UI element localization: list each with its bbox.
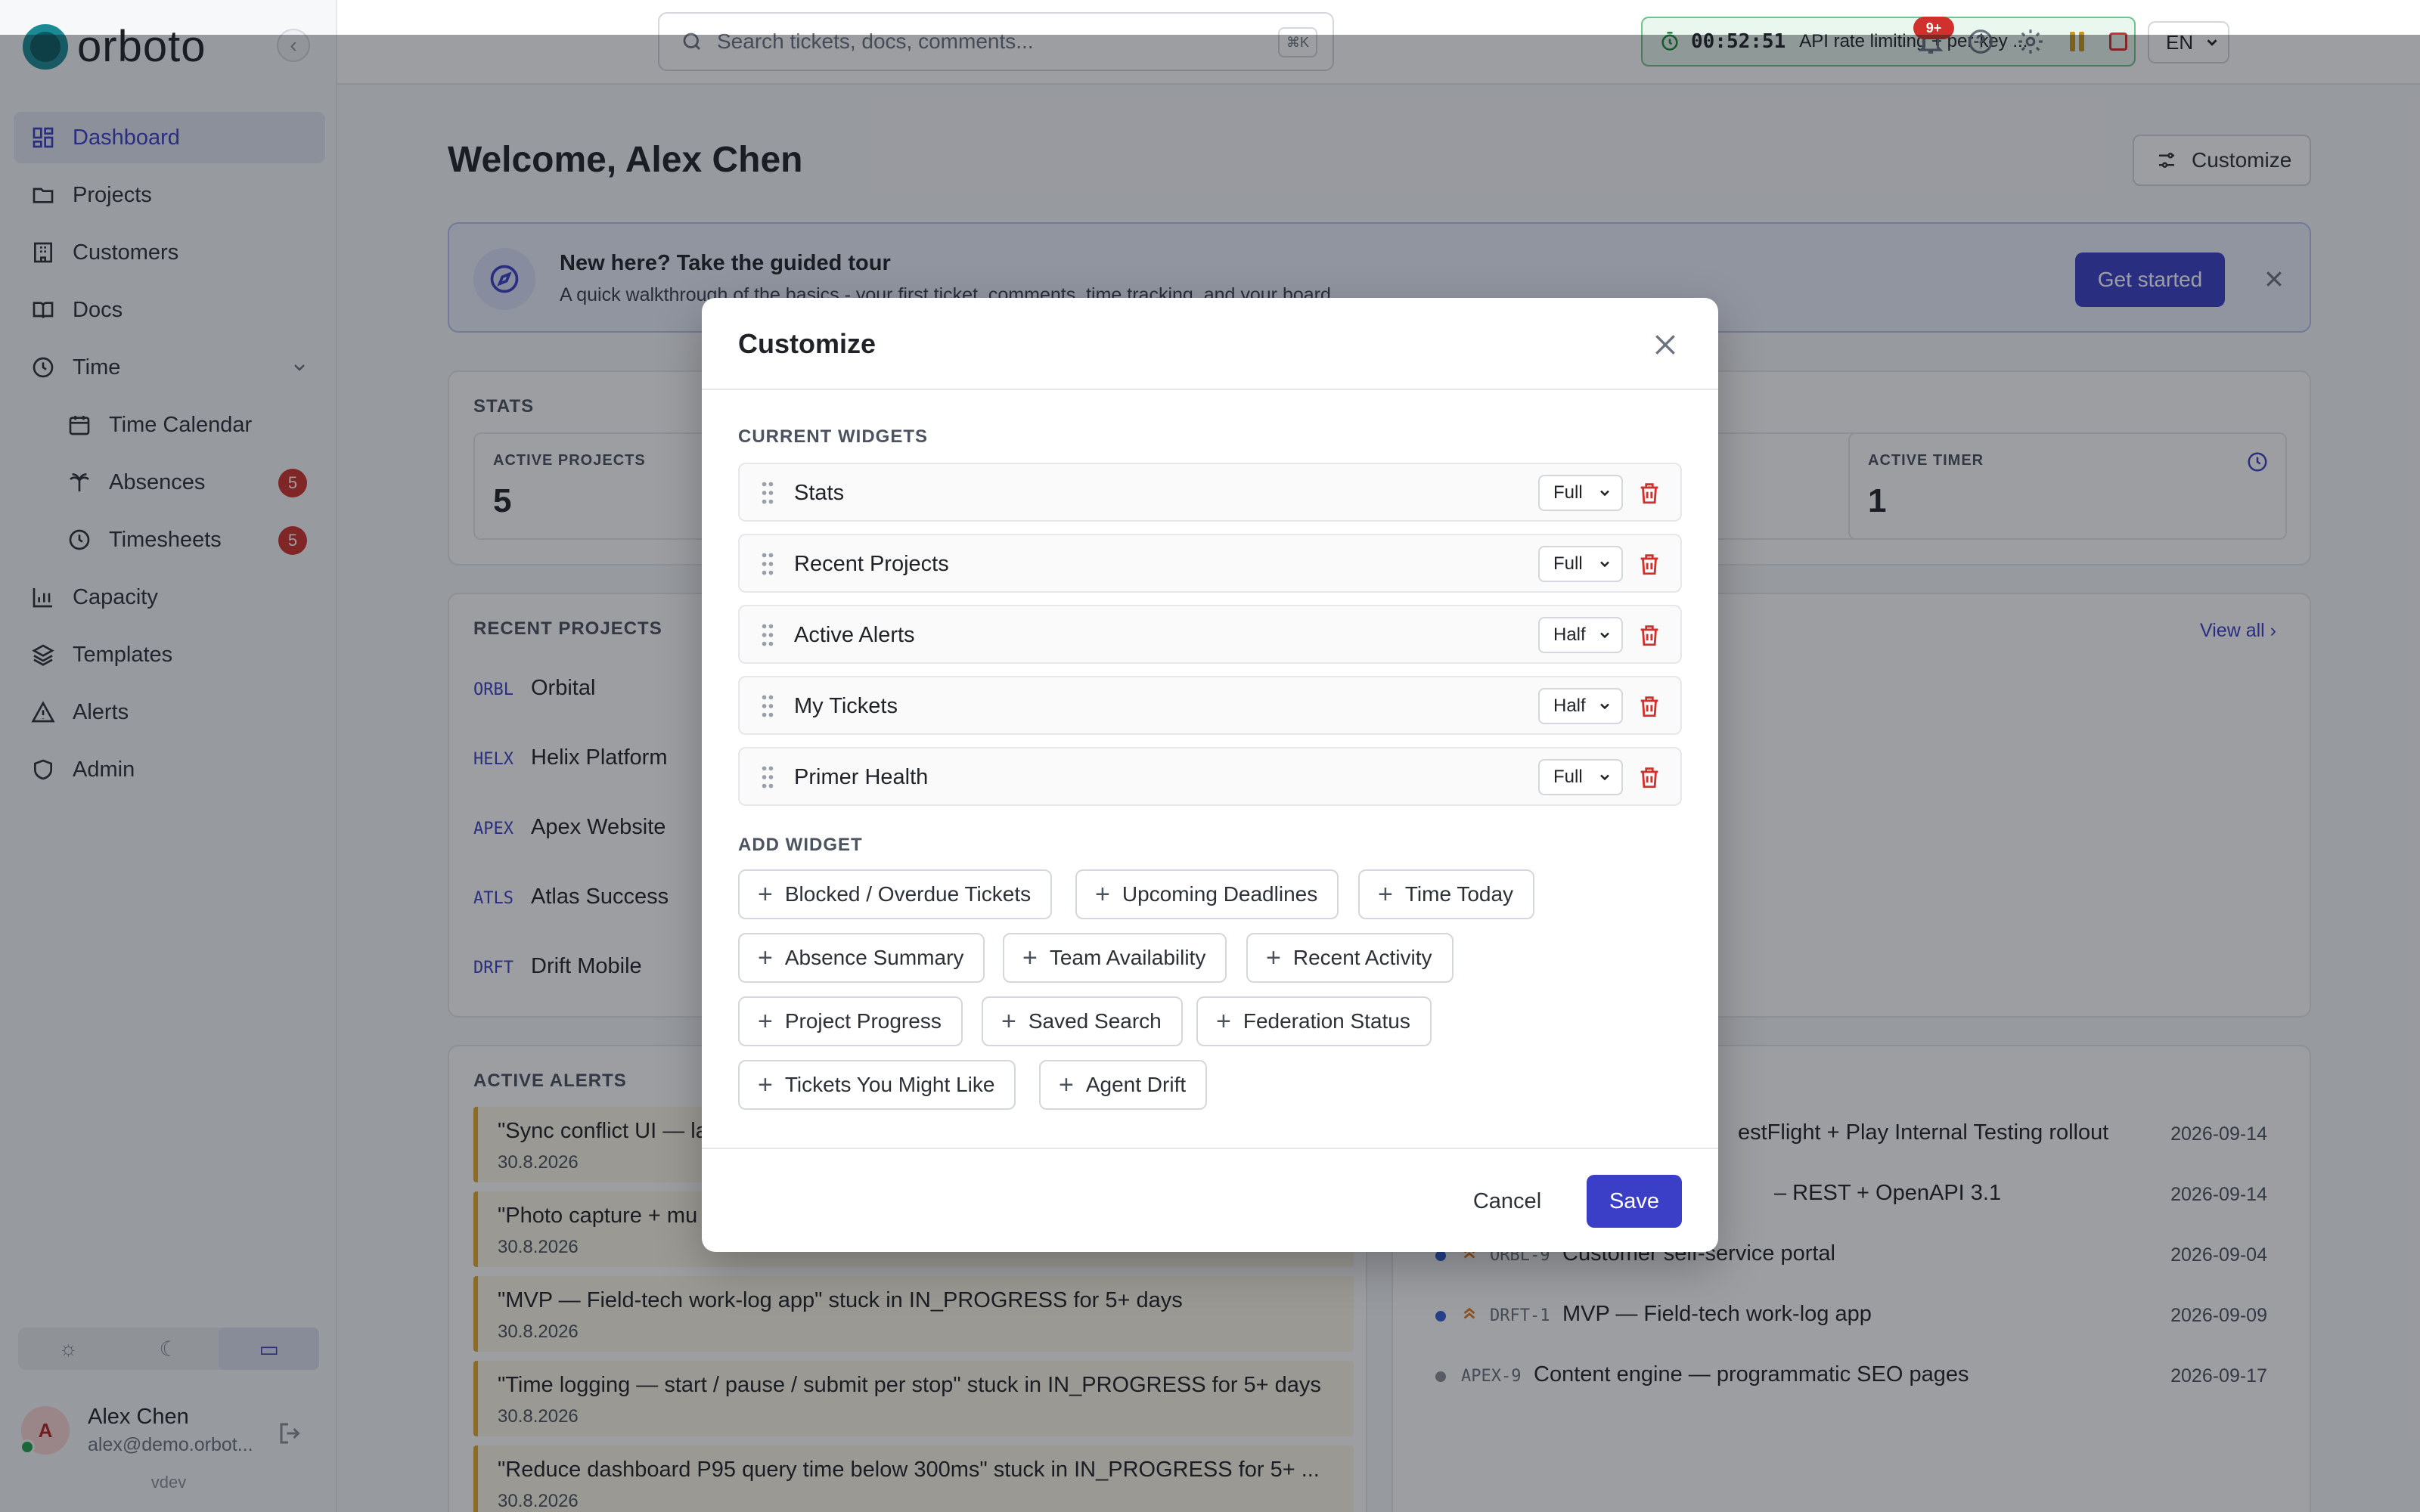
chip-label: Upcoming Deadlines <box>1122 882 1318 906</box>
trash-icon[interactable] <box>1637 550 1662 578</box>
trash-icon[interactable] <box>1637 479 1662 507</box>
chevron-down-icon <box>1600 774 1609 781</box>
add-widget-federation-status[interactable]: + Federation Status <box>1196 996 1432 1046</box>
chip-label: Absence Summary <box>784 946 964 969</box>
customize-dialog: Customize CURRENT WIDGETS Stats Full Rec… <box>702 298 1718 1252</box>
chip-label: Tickets You Might Like <box>784 1073 995 1096</box>
divider <box>702 1148 1718 1149</box>
trash-icon[interactable] <box>1637 764 1662 791</box>
plus-icon: + <box>758 1007 773 1036</box>
chevron-down-icon <box>1600 561 1609 568</box>
widget-size-value: Full <box>1553 482 1583 503</box>
chip-label: Recent Activity <box>1292 946 1432 969</box>
plus-icon: + <box>758 880 773 909</box>
chip-label: Agent Drift <box>1085 1073 1187 1096</box>
add-widget-tickets-you-might-like[interactable]: + Tickets You Might Like <box>738 1060 1016 1110</box>
drag-handle-icon[interactable] <box>761 694 774 718</box>
plus-icon: + <box>758 943 773 972</box>
drag-handle-icon[interactable] <box>761 552 774 576</box>
add-widget-absence-summary[interactable]: + Absence Summary <box>738 933 985 983</box>
widget-size-select[interactable]: Half <box>1538 617 1623 653</box>
chip-label: Saved Search <box>1028 1009 1162 1033</box>
widget-size-value: Full <box>1553 553 1583 574</box>
chevron-down-icon <box>1600 490 1609 497</box>
add-widget-upcoming-deadlines[interactable]: + Upcoming Deadlines <box>1075 869 1339 919</box>
chip-label: Time Today <box>1404 882 1514 906</box>
widget-name: Stats <box>794 481 845 505</box>
widget-size-value: Half <box>1553 696 1586 716</box>
widget-row-my-tickets[interactable]: My Tickets Half <box>738 676 1682 735</box>
widget-size-value: Half <box>1553 624 1586 645</box>
add-widget-blocked-overdue[interactable]: + Blocked / Overdue Tickets <box>738 869 1053 919</box>
plus-icon: + <box>1001 1007 1016 1036</box>
cancel-button[interactable]: Cancel <box>1466 1175 1549 1228</box>
drag-handle-icon[interactable] <box>761 623 774 647</box>
add-widget-agent-drift[interactable]: + Agent Drift <box>1039 1060 1208 1110</box>
trash-icon[interactable] <box>1637 621 1662 649</box>
plus-icon: + <box>1022 943 1038 972</box>
save-button[interactable]: Save <box>1587 1175 1682 1228</box>
add-widget-time-today[interactable]: + Time Today <box>1358 869 1535 919</box>
plus-icon: + <box>1266 943 1281 972</box>
chevron-down-icon <box>1600 703 1609 710</box>
plus-icon: + <box>1216 1007 1231 1036</box>
add-widget-saved-search[interactable]: + Saved Search <box>982 996 1183 1046</box>
widget-row-primer-health[interactable]: Primer Health Full <box>738 747 1682 806</box>
add-widget-project-progress[interactable]: + Project Progress <box>738 996 963 1046</box>
drag-handle-icon[interactable] <box>761 481 774 505</box>
widget-name: My Tickets <box>794 694 898 718</box>
chevron-down-icon <box>1600 632 1609 639</box>
widget-size-select[interactable]: Full <box>1538 546 1623 582</box>
trash-icon[interactable] <box>1637 692 1662 720</box>
widget-name: Recent Projects <box>794 552 949 576</box>
chip-label: Team Availability <box>1049 946 1206 969</box>
chip-label: Federation Status <box>1243 1009 1410 1033</box>
chip-label: Project Progress <box>784 1009 942 1033</box>
widget-size-select[interactable]: Full <box>1538 475 1623 511</box>
plus-icon: + <box>1095 880 1110 909</box>
widget-name: Active Alerts <box>794 623 915 647</box>
widget-size-select[interactable]: Full <box>1538 759 1623 795</box>
current-widgets-label: CURRENT WIDGETS <box>738 426 928 447</box>
widget-name: Primer Health <box>794 765 929 789</box>
plus-icon: + <box>758 1070 773 1099</box>
divider <box>702 389 1718 390</box>
add-widget-label: ADD WIDGET <box>738 835 863 855</box>
chip-label: Blocked / Overdue Tickets <box>784 882 1032 906</box>
add-widget-recent-activity[interactable]: + Recent Activity <box>1246 933 1454 983</box>
widget-row-active-alerts[interactable]: Active Alerts Half <box>738 605 1682 664</box>
widget-row-recent-projects[interactable]: Recent Projects Full <box>738 534 1682 593</box>
add-widget-team-availability[interactable]: + Team Availability <box>1003 933 1227 983</box>
widget-row-stats[interactable]: Stats Full <box>738 463 1682 522</box>
plus-icon: + <box>1059 1070 1074 1099</box>
drag-handle-icon[interactable] <box>761 765 774 789</box>
close-icon[interactable] <box>1650 330 1680 360</box>
plus-icon: + <box>1378 880 1393 909</box>
dialog-title: Customize <box>738 328 876 359</box>
widget-size-value: Full <box>1553 767 1583 787</box>
widget-size-select[interactable]: Half <box>1538 688 1623 724</box>
